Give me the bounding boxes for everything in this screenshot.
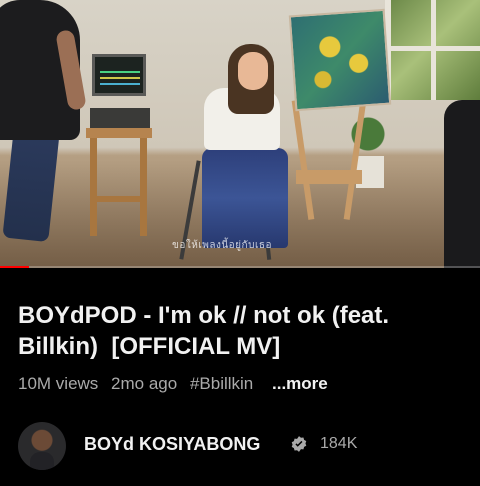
video-meta-row[interactable]: 10M views 2mo ago #Bbillkin ...more [18,374,336,394]
stool-seat [86,128,152,138]
view-count: 10M views [18,374,99,393]
subscriber-count: 184K [320,435,358,452]
channel-name[interactable]: BOYd KOSIYABONG [84,434,260,455]
easel-bar [296,170,362,184]
singer-figure-skirt [202,148,288,248]
hashtag-link[interactable]: #Bbillkin [190,374,253,393]
upload-age: 2mo ago [111,374,178,393]
singer-figure-face [238,52,268,90]
stool-leg [140,136,147,236]
video-player[interactable]: ขอให้เพลงนี้อยู่กับเธอ [0,0,480,268]
stool-rung [90,196,146,202]
channel-row[interactable]: BOYd KOSIYABONG 184K [18,420,462,472]
painting-scene [288,8,392,112]
verified-badge-icon [291,436,307,452]
video-progress-bar[interactable] [0,266,480,268]
video-progress-fill [0,266,29,268]
video-title[interactable]: BOYdPOD - I'm ok // not ok (feat. Billki… [18,300,462,362]
video-info: BOYdPOD - I'm ok // not ok (feat. Billki… [18,300,462,362]
monitor-scene [92,54,146,96]
more-link[interactable]: ...more [272,374,328,393]
console-scene [90,108,150,130]
window-scene [385,0,480,100]
foreground-shadow [444,100,480,268]
channel-avatar[interactable] [18,422,66,470]
video-subtitle-overlay: ขอให้เพลงนี้อยู่กับเธอ [172,240,272,251]
stool-leg [90,136,97,236]
